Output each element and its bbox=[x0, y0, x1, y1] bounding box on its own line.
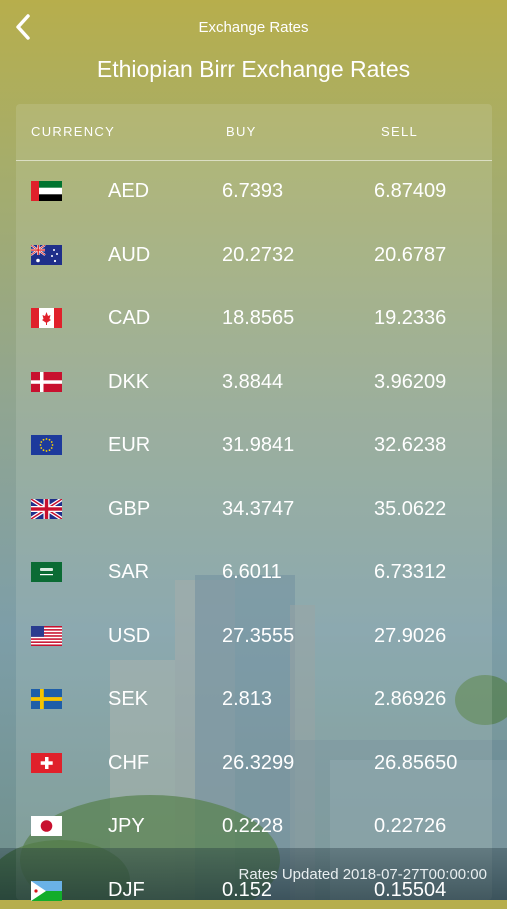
canada-flag-icon bbox=[31, 308, 62, 328]
japan-flag-icon bbox=[31, 816, 62, 836]
sell-rate: 27.9026 bbox=[374, 624, 447, 647]
currency-code: CHF bbox=[108, 751, 150, 774]
buy-rate: 20.2732 bbox=[222, 243, 295, 266]
currency-code: SEK bbox=[108, 688, 149, 710]
table-row-partial[interactable]: DJF 0.152 0.15504 bbox=[16, 879, 492, 909]
table-row[interactable]: DKK 3.8844 3.96209 bbox=[16, 351, 492, 415]
table-row[interactable]: CHF 26.3299 26.85650 bbox=[16, 732, 492, 796]
currency-code: USD bbox=[108, 624, 151, 647]
table-row[interactable]: CAD 18.8565 19.2336 bbox=[16, 287, 492, 351]
sell-rate: 26.85650 bbox=[374, 751, 458, 774]
sell-rate: 6.87409 bbox=[374, 180, 447, 202]
buy-column-header: BUY bbox=[226, 124, 257, 139]
djibouti-flag-icon bbox=[31, 881, 62, 901]
sell-rate: 19.2336 bbox=[374, 307, 447, 329]
table-row[interactable]: AUD 20.2732 20.6787 bbox=[16, 224, 492, 288]
table-row[interactable]: SAR 6.6011 6.73312 bbox=[16, 541, 492, 605]
currency-column-header: CURRENCY bbox=[31, 124, 116, 139]
rates-list[interactable]: AED 6.7393 6.87409 AUD 20.2732 20.6787 C… bbox=[16, 160, 492, 859]
page-title: Ethiopian Birr Exchange Rates bbox=[96, 56, 411, 82]
denmark-flag-icon bbox=[31, 371, 62, 392]
currency-code: EUR bbox=[108, 434, 151, 456]
buy-rate: 34.3747 bbox=[222, 497, 295, 520]
table-header: CURRENCY BUY SELL bbox=[16, 104, 492, 161]
buy-rate: 3.8844 bbox=[222, 370, 284, 393]
table-row[interactable]: SEK 2.813 2.86926 bbox=[16, 668, 492, 732]
uae-flag-icon bbox=[31, 181, 62, 201]
buy-rate: 18.8565 bbox=[222, 307, 295, 329]
sell-rate: 0.15504 bbox=[374, 879, 447, 901]
saudi-flag-icon bbox=[31, 562, 62, 582]
sell-rate: 32.6238 bbox=[374, 434, 447, 456]
sell-column-header: SELL bbox=[381, 124, 419, 139]
currency-code: AED bbox=[108, 180, 150, 202]
nav-title: Exchange Rates bbox=[198, 19, 309, 36]
uk-flag-icon bbox=[31, 498, 62, 519]
header: Exchange Rates Ethiopian Birr Exchange R… bbox=[0, 0, 507, 100]
sell-rate: 2.86926 bbox=[374, 688, 447, 710]
table-row[interactable]: EUR 31.9841 32.6238 bbox=[16, 414, 492, 478]
australia-flag-icon bbox=[31, 244, 62, 265]
sell-rate: 6.73312 bbox=[374, 561, 447, 583]
sell-rate: 3.96209 bbox=[374, 370, 447, 393]
currency-code: GBP bbox=[108, 497, 151, 520]
usa-flag-icon bbox=[31, 625, 62, 646]
sell-rate: 20.6787 bbox=[374, 243, 447, 266]
sweden-flag-icon bbox=[31, 689, 62, 709]
eu-flag-icon bbox=[31, 435, 62, 455]
buy-rate: 31.9841 bbox=[222, 434, 295, 456]
currency-code: JPY bbox=[108, 815, 145, 837]
table-row[interactable]: USD 27.3555 27.9026 bbox=[16, 605, 492, 669]
currency-code: AUD bbox=[108, 243, 151, 266]
table-row[interactable]: AED 6.7393 6.87409 bbox=[16, 160, 492, 224]
buy-rate: 6.7393 bbox=[222, 180, 284, 202]
buy-rate: 27.3555 bbox=[222, 624, 295, 647]
footer-bar: Rates Updated 2018-07-27T00:00:00 DJF 0.… bbox=[0, 848, 507, 901]
currency-code: CAD bbox=[108, 307, 151, 329]
sell-rate: 0.22726 bbox=[374, 815, 447, 837]
sell-rate: 35.0622 bbox=[374, 497, 447, 520]
buy-rate: 26.3299 bbox=[222, 751, 295, 774]
table-row[interactable]: GBP 34.3747 35.0622 bbox=[16, 478, 492, 542]
currency-code: DKK bbox=[108, 370, 150, 393]
switzerland-flag-icon bbox=[31, 752, 62, 773]
currency-code: SAR bbox=[108, 561, 150, 583]
buy-rate: 6.6011 bbox=[222, 561, 282, 583]
currency-code: DJF bbox=[108, 879, 145, 901]
buy-rate: 0.152 bbox=[222, 879, 273, 901]
buy-rate: 0.2228 bbox=[222, 815, 284, 837]
buy-rate: 2.813 bbox=[222, 688, 273, 710]
